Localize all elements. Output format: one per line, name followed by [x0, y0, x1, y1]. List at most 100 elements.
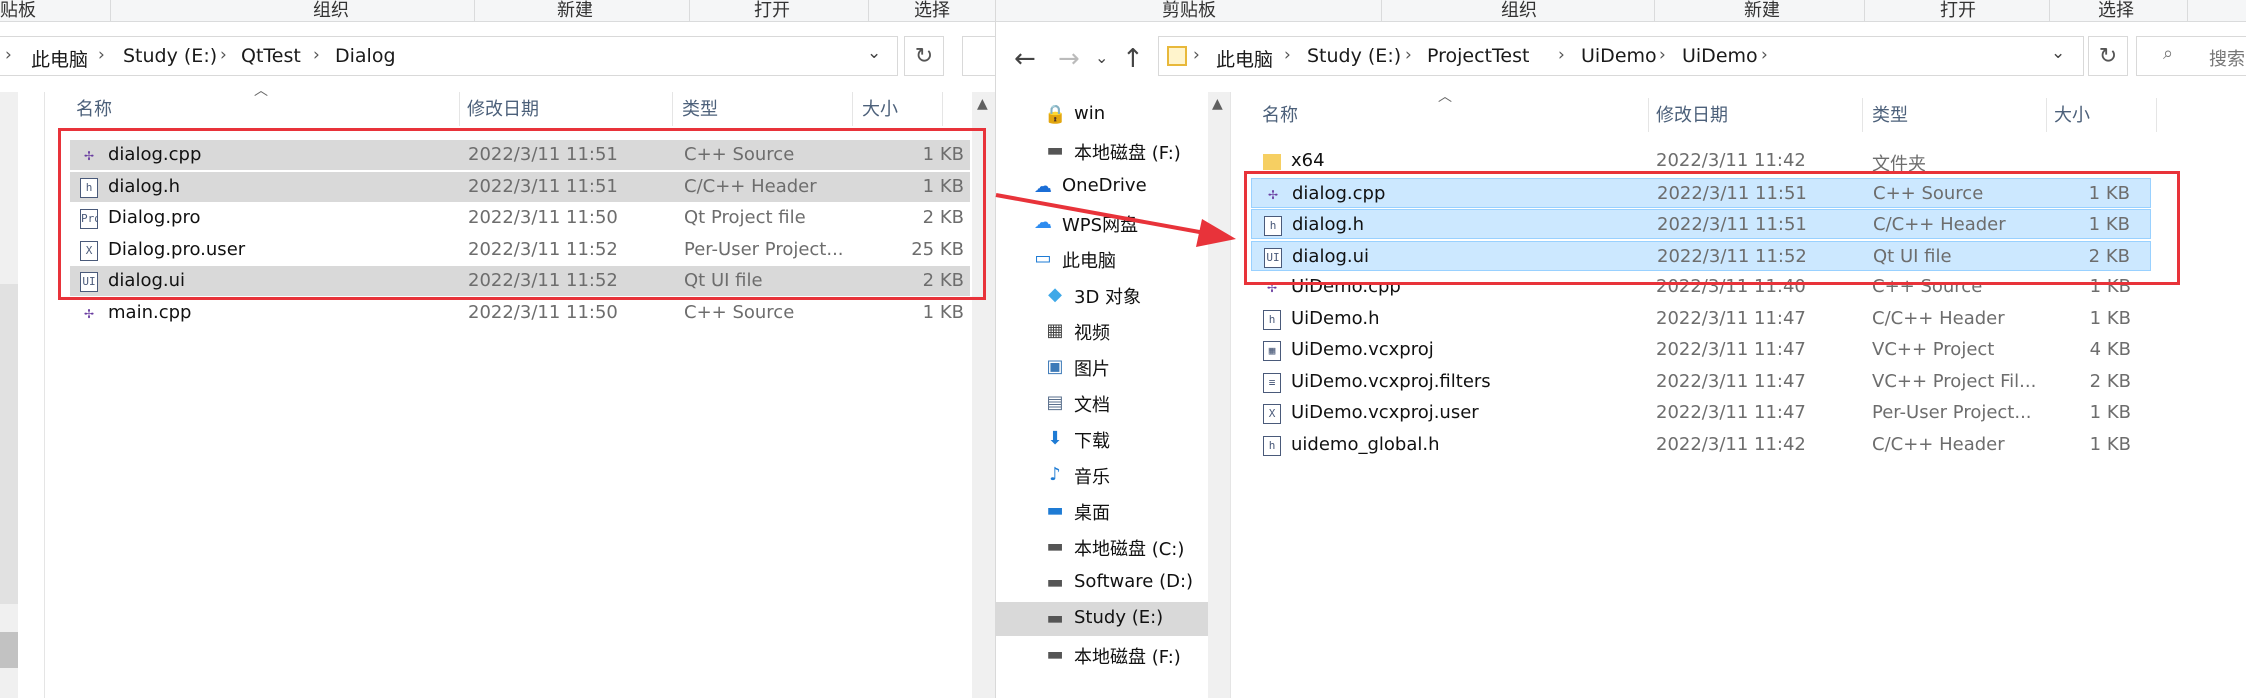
- file-size: 2 KB: [2089, 370, 2131, 392]
- drive-icon: ▬: [1046, 140, 1064, 161]
- column-header-date[interactable]: 修改日期: [467, 95, 539, 121]
- nav-item[interactable]: ▦ 视频: [996, 314, 1208, 348]
- user-folder-icon: 🔒: [1044, 104, 1067, 125]
- search-icon: ⌕: [2163, 43, 2174, 64]
- breadcrumb-sep-icon: ›: [1193, 45, 1200, 65]
- nav-item[interactable]: ▬ 本地磁盘 (F:): [996, 134, 1208, 168]
- right-ribbon-labels: 剪贴板 组织 新建 打开 选择: [996, 0, 2246, 22]
- drive-d-icon: ▬: [1046, 572, 1064, 593]
- ribbon-select-label[interactable]: 选择: [914, 0, 950, 22]
- right-refresh-icon[interactable]: ↻: [2088, 36, 2128, 76]
- cpp-source-icon: ✢: [84, 303, 94, 322]
- nav-item-label: 视频: [1074, 323, 1110, 344]
- nav-item[interactable]: ▬ Software (D:): [996, 566, 1208, 600]
- file-row[interactable]: ✢ main.cpp 2022/3/11 11:50 C++ Source 1 KB: [70, 298, 970, 328]
- breadcrumb-sep-icon: ›: [313, 45, 320, 65]
- ribbon-open-label[interactable]: 打开: [754, 0, 790, 22]
- drive-f-icon: ▬: [1046, 644, 1064, 665]
- address-history-chevron-down-icon[interactable]: ⌄: [2051, 43, 2065, 63]
- column-header-date[interactable]: 修改日期: [1656, 101, 1728, 127]
- nav-item[interactable]: ◆ 3D 对象: [996, 278, 1208, 312]
- file-row[interactable]: ≡ UiDemo.vcxproj.filters 2022/3/11 11:47 VC…: [1251, 367, 2151, 397]
- breadcrumb-qttest[interactable]: QtTest: [241, 45, 301, 67]
- scroll-up-arrow-icon[interactable]: ▲: [977, 96, 988, 112]
- ribbon-organize-label[interactable]: 组织: [1501, 0, 1537, 22]
- column-header-size[interactable]: 大小: [862, 95, 898, 121]
- nav-item[interactable]: 🔒 win: [996, 98, 1208, 132]
- ribbon-new-label[interactable]: 新建: [1744, 0, 1780, 22]
- nav-item[interactable]: ▣ 图片: [996, 350, 1208, 384]
- ribbon-new-label[interactable]: 新建: [557, 0, 593, 22]
- forward-arrow-icon[interactable]: →: [1058, 44, 1080, 74]
- breadcrumb-projecttest[interactable]: ProjectTest: [1427, 45, 1529, 67]
- recent-locations-chevron-icon[interactable]: ⌄: [1095, 48, 1108, 67]
- column-header-name[interactable]: 名称: [76, 95, 112, 121]
- column-header-name[interactable]: 名称: [1262, 101, 1298, 127]
- file-type: C++ Source: [684, 301, 795, 323]
- file-row[interactable]: h UiDemo.h 2022/3/11 11:47 C/C++ Header 1 KB: [1251, 304, 2151, 334]
- nav-item-label: 桌面: [1074, 503, 1110, 524]
- left-refresh-icon[interactable]: ↻: [904, 36, 944, 76]
- file-size: 4 KB: [2089, 339, 2131, 360]
- breadcrumb-study-drive[interactable]: Study (E:): [123, 45, 217, 67]
- file-date: 2022/3/11 11:47: [1656, 370, 1806, 392]
- file-name: UiDemo.h: [1291, 307, 1380, 329]
- breadcrumb-uidemo[interactable]: UiDemo: [1581, 45, 1657, 67]
- file-name: UiDemo.vcxproj.user: [1291, 402, 1479, 423]
- nav-pane-scrollbar[interactable]: [0, 92, 18, 698]
- nav-item[interactable]: ▬ 桌面: [996, 494, 1208, 528]
- sort-ascending-icon: ︿: [254, 83, 268, 99]
- breadcrumb-dialog[interactable]: Dialog: [335, 45, 396, 67]
- nav-item-label: 本地磁盘 (C:): [1074, 539, 1185, 560]
- nav-item-label: Software (D:): [1074, 571, 1194, 592]
- breadcrumb-sep-icon: ›: [1659, 45, 1666, 65]
- left-search-box[interactable]: [962, 36, 995, 76]
- nav-item[interactable]: ⬇ 下载: [996, 422, 1208, 456]
- nav-item-label: win: [1074, 103, 1106, 124]
- column-header-size[interactable]: 大小: [2054, 101, 2090, 127]
- nav-pane-scroll-thumb[interactable]: [0, 284, 18, 604]
- ribbon-organize-label[interactable]: 组织: [313, 0, 349, 22]
- file-name: uidemo_global.h: [1291, 433, 1440, 455]
- file-row[interactable]: h uidemo_global.h 2022/3/11 11:42 C/C++ Hea…: [1251, 430, 2151, 460]
- back-arrow-icon[interactable]: ←: [1014, 44, 1036, 74]
- address-history-chevron-down-icon[interactable]: ⌄: [867, 43, 881, 63]
- header-file-icon: h: [1263, 435, 1281, 456]
- scroll-up-arrow-icon[interactable]: ▲: [1212, 96, 1223, 112]
- navigation-pane-scrollbar[interactable]: ▲: [1208, 92, 1230, 698]
- right-search-box[interactable]: ⌕ 搜索: [2136, 36, 2246, 76]
- header-file-icon: h: [1263, 309, 1281, 330]
- file-row[interactable]: X UiDemo.vcxproj.user 2022/3/11 11:47 Per-U…: [1251, 398, 2151, 428]
- file-type: VC++ Project: [1872, 339, 1995, 360]
- nav-item[interactable]: ▤ 文档: [996, 386, 1208, 420]
- column-header-type[interactable]: 类型: [1872, 101, 1908, 127]
- nav-item[interactable]: ▬ 本地磁盘 (C:): [996, 530, 1208, 564]
- file-type: VC++ Project Fil...: [1872, 370, 2037, 392]
- navigation-pane: 🔒 win ▬ 本地磁盘 (F:) ☁ OneDrive ☁ WPS网盘 ▭ 此电脑 ◆ 3D 对象 ▦…: [996, 92, 1208, 698]
- breadcrumb-this-pc[interactable]: 此电脑: [1216, 45, 1273, 72]
- breadcrumb-study-drive[interactable]: Study (E:): [1307, 45, 1401, 67]
- nav-pane-scroll-thumb-lower[interactable]: [0, 632, 18, 668]
- column-header-type[interactable]: 类型: [682, 95, 718, 121]
- nav-item-label: 文档: [1074, 395, 1110, 416]
- search-placeholder: 搜索: [2209, 49, 2245, 70]
- video-icon: ▦: [1046, 320, 1064, 341]
- nav-item[interactable]: ▬ 本地磁盘 (F:): [996, 638, 1208, 672]
- file-size: 1 KB: [2089, 402, 2131, 423]
- file-row[interactable]: ▦ UiDemo.vcxproj 2022/3/11 11:47 VC++ Proje…: [1251, 335, 2151, 365]
- ribbon-clipboard-label[interactable]: 剪贴板: [1162, 0, 1216, 22]
- pictures-icon: ▣: [1046, 356, 1064, 377]
- up-arrow-icon[interactable]: ↑: [1122, 44, 1144, 74]
- ribbon-clipboard-label[interactable]: 贴板: [0, 0, 36, 22]
- left-address-bar[interactable]: › 此电脑 › Study (E:) › QtTest › Dialog ⌄: [0, 36, 898, 76]
- ribbon-select-label[interactable]: 选择: [2098, 0, 2134, 22]
- breadcrumb-this-pc[interactable]: 此电脑: [31, 45, 88, 72]
- nav-item-label: 本地磁盘 (F:): [1074, 647, 1181, 668]
- filters-file-icon: ≡: [1263, 372, 1281, 393]
- right-address-bar[interactable]: › 此电脑 › Study (E:) › ProjectTest › UiDem…: [1158, 36, 2084, 76]
- nav-item[interactable]: ▬ Study (E:): [996, 602, 1208, 636]
- nav-item[interactable]: ♪ 音乐: [996, 458, 1208, 492]
- ribbon-open-label[interactable]: 打开: [1940, 0, 1976, 22]
- breadcrumb-uidemo-sub[interactable]: UiDemo: [1682, 45, 1758, 67]
- music-icon: ♪: [1049, 464, 1061, 485]
